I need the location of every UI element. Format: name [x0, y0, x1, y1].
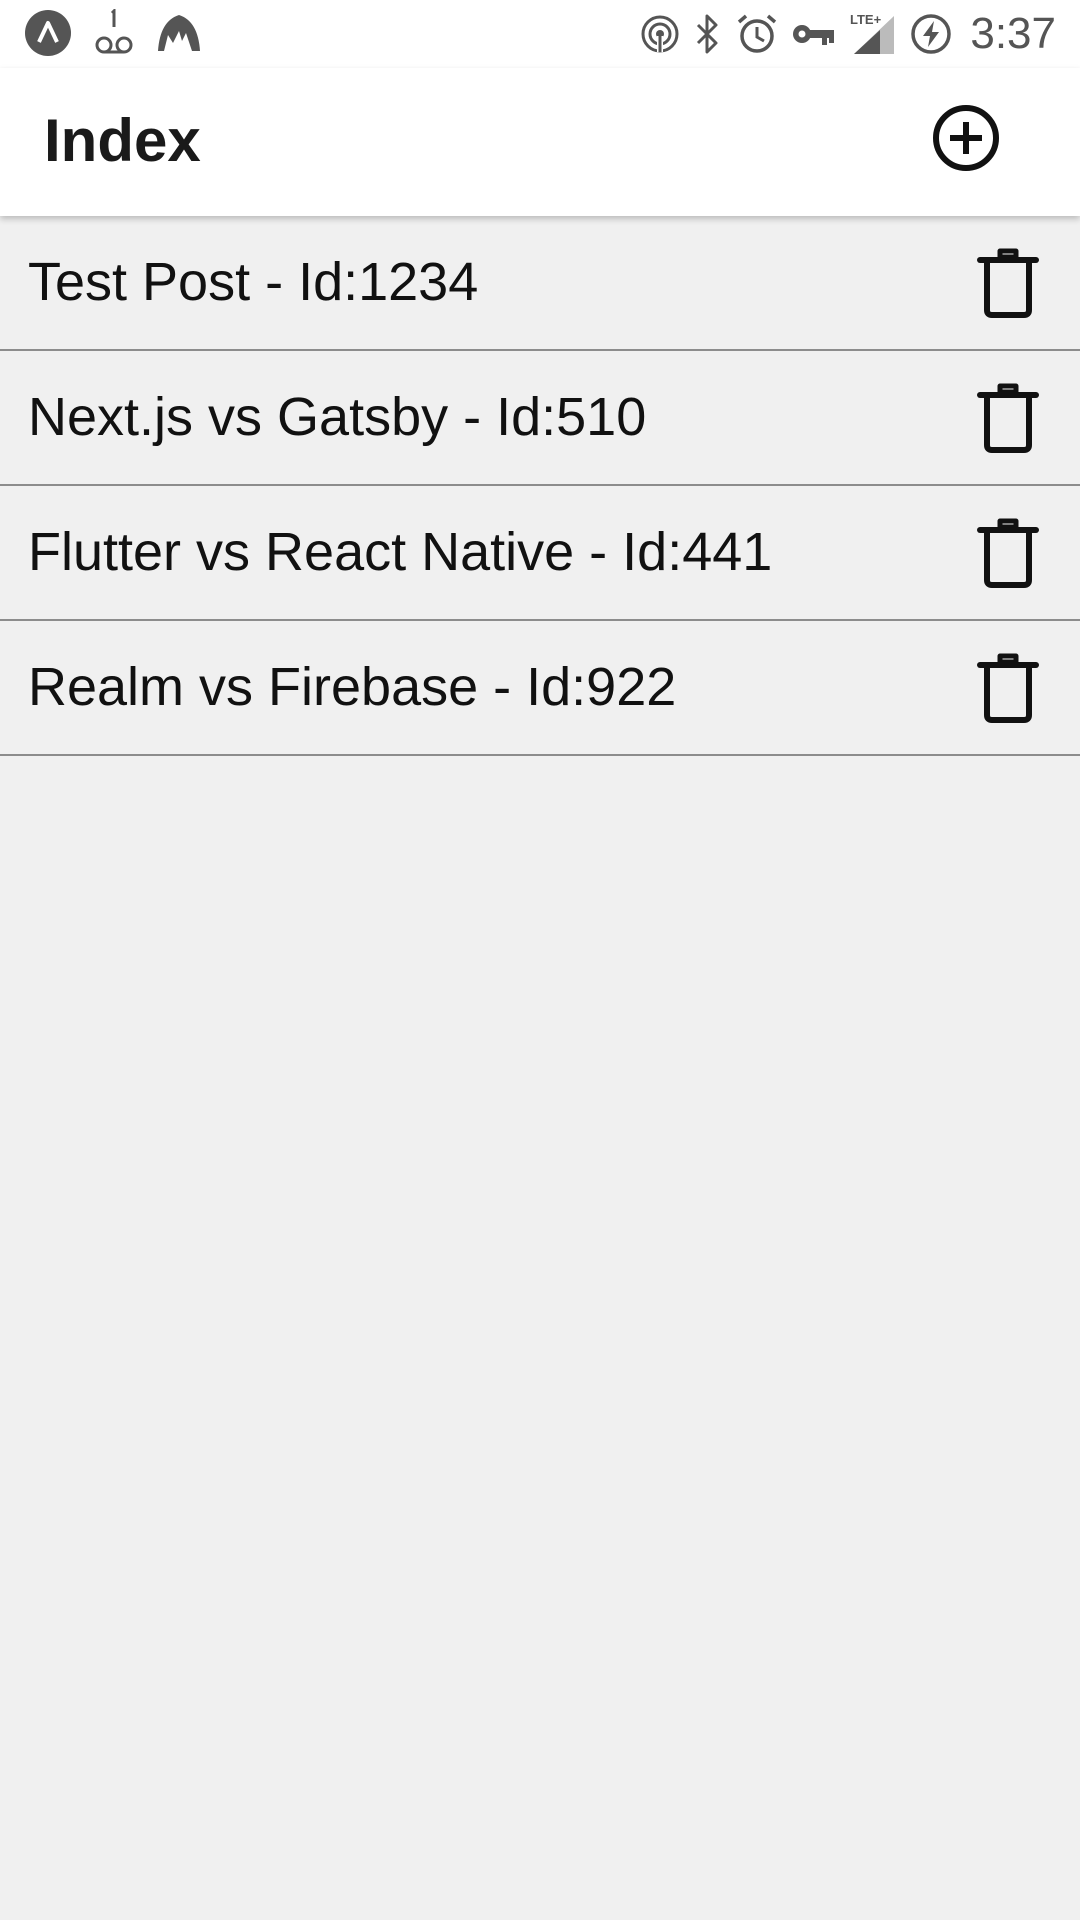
screen: LTE+ 3:37 Index Test Post - Id:1234 Next…: [0, 0, 1080, 1920]
post-title: Test Post - Id:1234: [28, 252, 479, 312]
post-list: Test Post - Id:1234 Next.js vs Gatsby - …: [0, 216, 1080, 756]
delete-post-button[interactable]: [972, 651, 1044, 725]
list-item[interactable]: Flutter vs React Native - Id:441: [0, 486, 1080, 621]
list-item[interactable]: Realm vs Firebase - Id:922: [0, 621, 1080, 756]
status-bar: LTE+ 3:37: [0, 0, 1080, 68]
list-item[interactable]: Next.js vs Gatsby - Id:510: [0, 351, 1080, 486]
mountain-icon: [156, 13, 202, 53]
post-title: Flutter vs React Native - Id:441: [28, 522, 773, 582]
voicemail-icon: [94, 9, 134, 57]
trash-icon: [976, 518, 1040, 588]
delete-post-button[interactable]: [972, 516, 1044, 590]
add-post-button[interactable]: [930, 102, 1002, 174]
hotspot-icon: [640, 14, 680, 54]
post-title: Realm vs Firebase - Id:922: [28, 657, 677, 717]
post-title: Next.js vs Gatsby - Id:510: [28, 387, 647, 447]
delete-post-button[interactable]: [972, 381, 1044, 455]
status-left-icons: [24, 8, 202, 58]
trash-icon: [976, 383, 1040, 453]
trash-icon: [976, 248, 1040, 318]
delete-post-button[interactable]: [972, 246, 1044, 320]
network-type-label: LTE+: [850, 12, 882, 27]
bluetooth-icon: [694, 13, 722, 55]
app-logo-icon: [24, 9, 72, 57]
page-title: Index: [44, 107, 201, 174]
battery-charging-icon: [910, 13, 952, 55]
status-time: 3:37: [970, 9, 1056, 58]
alarm-icon: [736, 13, 778, 55]
app-bar: Index: [0, 68, 1080, 216]
list-item[interactable]: Test Post - Id:1234: [0, 216, 1080, 351]
trash-icon: [976, 653, 1040, 723]
add-circle-icon: [932, 104, 1000, 172]
vpn-key-icon: [792, 20, 836, 48]
lte-signal-icon: LTE+: [850, 12, 896, 56]
status-right-icons: LTE+ 3:37: [640, 6, 1056, 62]
